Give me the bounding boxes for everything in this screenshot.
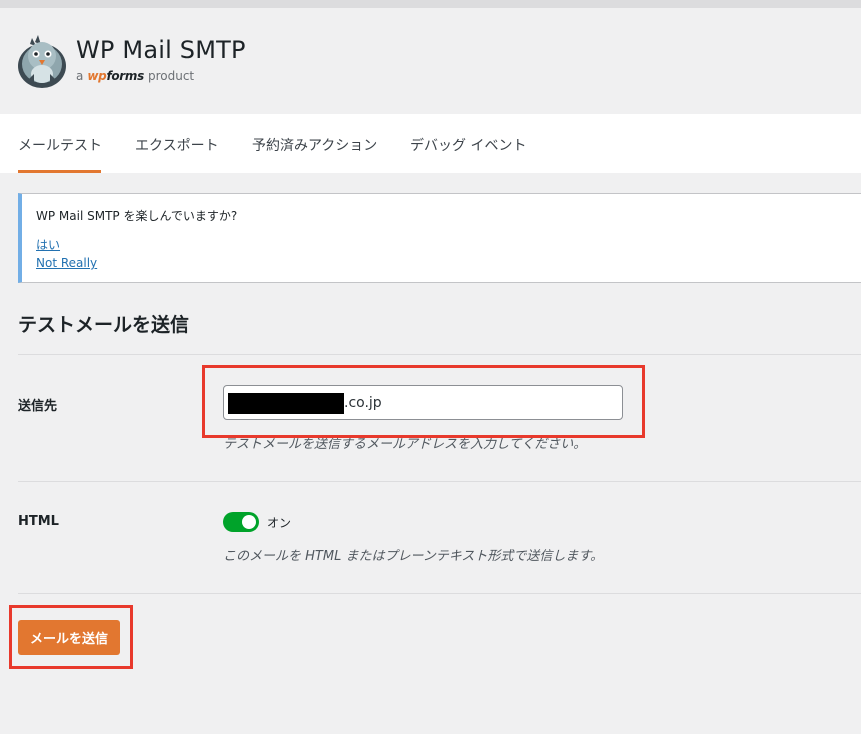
tab-debug-events[interactable]: デバッグ イベント: [410, 135, 526, 155]
brand-sub-prefix: a: [76, 69, 84, 83]
tab-email-test[interactable]: メールテスト: [18, 135, 102, 155]
section-divider: [18, 354, 861, 355]
pigeon-logo-icon: [18, 35, 66, 88]
send-to-label: 送信先: [18, 399, 58, 414]
form-divider: [18, 593, 861, 594]
brand-title: WP Mail SMTP: [76, 36, 246, 64]
field-divider: [18, 481, 861, 482]
html-label: HTML: [18, 514, 59, 529]
html-toggle-state: オン: [267, 516, 292, 530]
tab-export[interactable]: エクスポート: [135, 135, 219, 155]
wpforms-forms: forms: [106, 69, 144, 83]
wpforms-wordmark: wpforms: [87, 69, 144, 83]
toggle-knob: [242, 515, 256, 529]
html-toggle[interactable]: [223, 512, 259, 532]
tab-bar: メールテスト エクスポート 予約済みアクション デバッグ イベント: [0, 114, 861, 173]
wpforms-wp: wp: [87, 69, 107, 83]
brand-sub-suffix: product: [147, 69, 195, 83]
brand-subtitle: a wpforms product: [76, 69, 194, 83]
plugin-header: WP Mail SMTP a wpforms product: [0, 8, 861, 114]
notice-not-really-link[interactable]: Not Really: [36, 256, 97, 270]
section-title: テストメールを送信: [18, 314, 190, 336]
input-highlight-box: [202, 365, 645, 438]
feedback-notice: WP Mail SMTP を楽しんでいますか? はい Not Really: [18, 193, 861, 283]
top-bar: [0, 0, 861, 8]
tab-scheduled-actions[interactable]: 予約済みアクション: [252, 135, 377, 155]
active-tab-indicator: [18, 170, 101, 173]
notice-question: WP Mail SMTP を楽しんでいますか?: [36, 209, 238, 223]
button-highlight-box: [9, 605, 133, 669]
html-help: このメールを HTML またはプレーンテキスト形式で送信します。: [223, 549, 604, 564]
notice-yes-link[interactable]: はい: [36, 236, 60, 253]
